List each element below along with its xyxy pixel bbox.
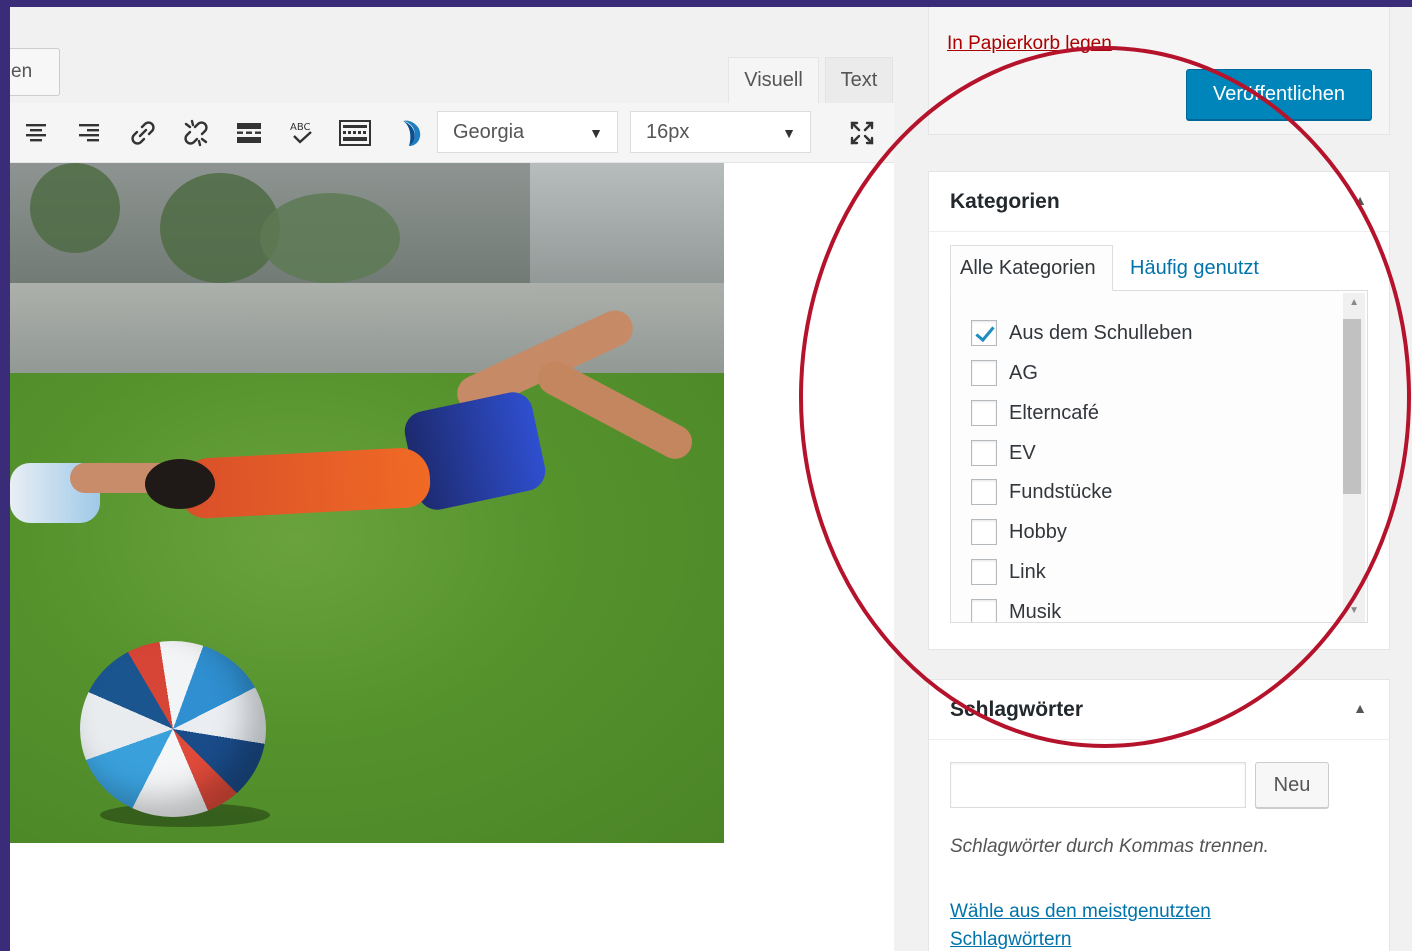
- scroll-up-arrow-icon[interactable]: ▲: [1349, 297, 1359, 308]
- category-item[interactable]: Aus dem Schulleben: [971, 318, 1192, 348]
- tab-all-categories[interactable]: Alle Kategorien: [950, 245, 1113, 291]
- tags-title[interactable]: Schlagwörter: [929, 680, 1389, 740]
- category-label: AG: [1009, 361, 1038, 384]
- categories-title[interactable]: Kategorien: [929, 172, 1389, 232]
- tab-visual-label: Visuell: [744, 69, 803, 91]
- category-checkbox[interactable]: [971, 360, 997, 386]
- chevron-down-icon: ▼: [589, 125, 603, 141]
- window-frame-left: [0, 0, 10, 951]
- category-label: EV: [1009, 441, 1036, 464]
- category-checkbox[interactable]: [971, 559, 997, 585]
- align-right-icon[interactable]: [69, 113, 109, 153]
- insert-link-icon[interactable]: [123, 113, 163, 153]
- fullscreen-icon[interactable]: [842, 113, 882, 153]
- font-family-select[interactable]: Georgia ▼: [437, 111, 618, 153]
- category-item[interactable]: Musik: [971, 597, 1062, 623]
- move-to-trash-link[interactable]: In Papierkorb legen: [947, 33, 1112, 55]
- category-item[interactable]: AG: [971, 358, 1038, 388]
- category-item[interactable]: Elterncafé: [971, 398, 1099, 428]
- soccer-ball: [80, 641, 266, 817]
- tab-text-label: Text: [840, 69, 878, 91]
- tags-title-text: Schlagwörter: [950, 697, 1084, 721]
- add-tag-button[interactable]: Neu: [1255, 762, 1329, 808]
- category-label: Hobby: [1009, 520, 1067, 543]
- plugin-moon-icon[interactable]: [389, 113, 429, 153]
- post-editor: en Visuell Text ABC Georgia ▼ 16px ▼: [0, 7, 894, 951]
- tab-text[interactable]: Text: [825, 57, 893, 103]
- publish-button[interactable]: Veröffentlichen: [1186, 69, 1372, 120]
- category-item[interactable]: EV: [971, 438, 1036, 468]
- add-tag-button-label: Neu: [1273, 773, 1311, 796]
- editor-sidebar: In Papierkorb legen Veröffentlichen Kate…: [894, 7, 1412, 951]
- font-size-value: 16px: [646, 120, 690, 143]
- choose-most-used-tags-link[interactable]: Wähle aus den meistgenutzten Schlagwörte…: [950, 898, 1270, 951]
- chevron-down-icon: ▼: [782, 125, 796, 141]
- font-family-value: Georgia: [453, 120, 525, 143]
- category-checkbox[interactable]: [971, 519, 997, 545]
- editor-toolbar: ABC Georgia ▼ 16px ▼: [10, 103, 894, 163]
- tab-all-categories-label: Alle Kategorien: [960, 256, 1096, 279]
- category-item[interactable]: Fundstücke: [971, 477, 1112, 507]
- scroll-down-arrow-icon[interactable]: ▼: [1349, 605, 1359, 616]
- toolbar-toggle-icon[interactable]: [335, 113, 375, 153]
- category-checkbox[interactable]: [971, 479, 997, 505]
- categories-title-text: Kategorien: [950, 189, 1060, 213]
- tags-box: Schlagwörter ▲ Neu Schlagwörter durch Ko…: [928, 679, 1390, 951]
- category-item[interactable]: Hobby: [971, 517, 1067, 547]
- tag-input[interactable]: [950, 762, 1246, 808]
- font-size-select[interactable]: 16px ▼: [630, 111, 811, 153]
- window-frame-top: [0, 0, 1412, 7]
- tab-most-used-label: Häufig genutzt: [1130, 256, 1259, 279]
- collapse-arrow-icon[interactable]: ▲: [1353, 700, 1367, 716]
- read-more-icon[interactable]: [229, 113, 269, 153]
- editor-content-area[interactable]: [10, 163, 894, 951]
- category-item[interactable]: Link: [971, 557, 1046, 587]
- category-checkbox[interactable]: [971, 320, 997, 346]
- spellcheck-icon[interactable]: ABC: [282, 113, 322, 153]
- tag-hint: Schlagwörter durch Kommas trennen.: [950, 836, 1269, 857]
- categories-checklist[interactable]: Aus dem Schulleben AG Elterncafé EV Fund…: [950, 290, 1368, 623]
- categories-scrollbar-thumb[interactable]: [1343, 319, 1361, 494]
- tab-visual[interactable]: Visuell: [728, 57, 819, 103]
- add-media-label: en: [11, 61, 33, 82]
- category-checkbox[interactable]: [971, 599, 997, 622]
- svg-text:ABC: ABC: [290, 122, 311, 133]
- collapse-arrow-icon[interactable]: ▲: [1353, 192, 1367, 208]
- category-label: Musik: [1009, 600, 1062, 623]
- post-image-soccer-field[interactable]: [10, 163, 724, 843]
- tab-most-used[interactable]: Häufig genutzt: [1130, 245, 1259, 291]
- category-checkbox[interactable]: [971, 440, 997, 466]
- category-checkbox[interactable]: [971, 400, 997, 426]
- categories-box: Kategorien ▲ Alle Kategorien Häufig genu…: [928, 171, 1390, 650]
- remove-link-icon[interactable]: [176, 113, 216, 153]
- category-label: Elterncafé: [1009, 401, 1100, 424]
- publish-button-label: Veröffentlichen: [1213, 83, 1345, 105]
- category-label: Link: [1009, 560, 1046, 583]
- category-label: Fundstücke: [1009, 480, 1113, 503]
- category-label: Aus dem Schulleben: [1009, 321, 1193, 344]
- align-center-icon[interactable]: [16, 113, 56, 153]
- publish-box: In Papierkorb legen Veröffentlichen: [928, 7, 1390, 135]
